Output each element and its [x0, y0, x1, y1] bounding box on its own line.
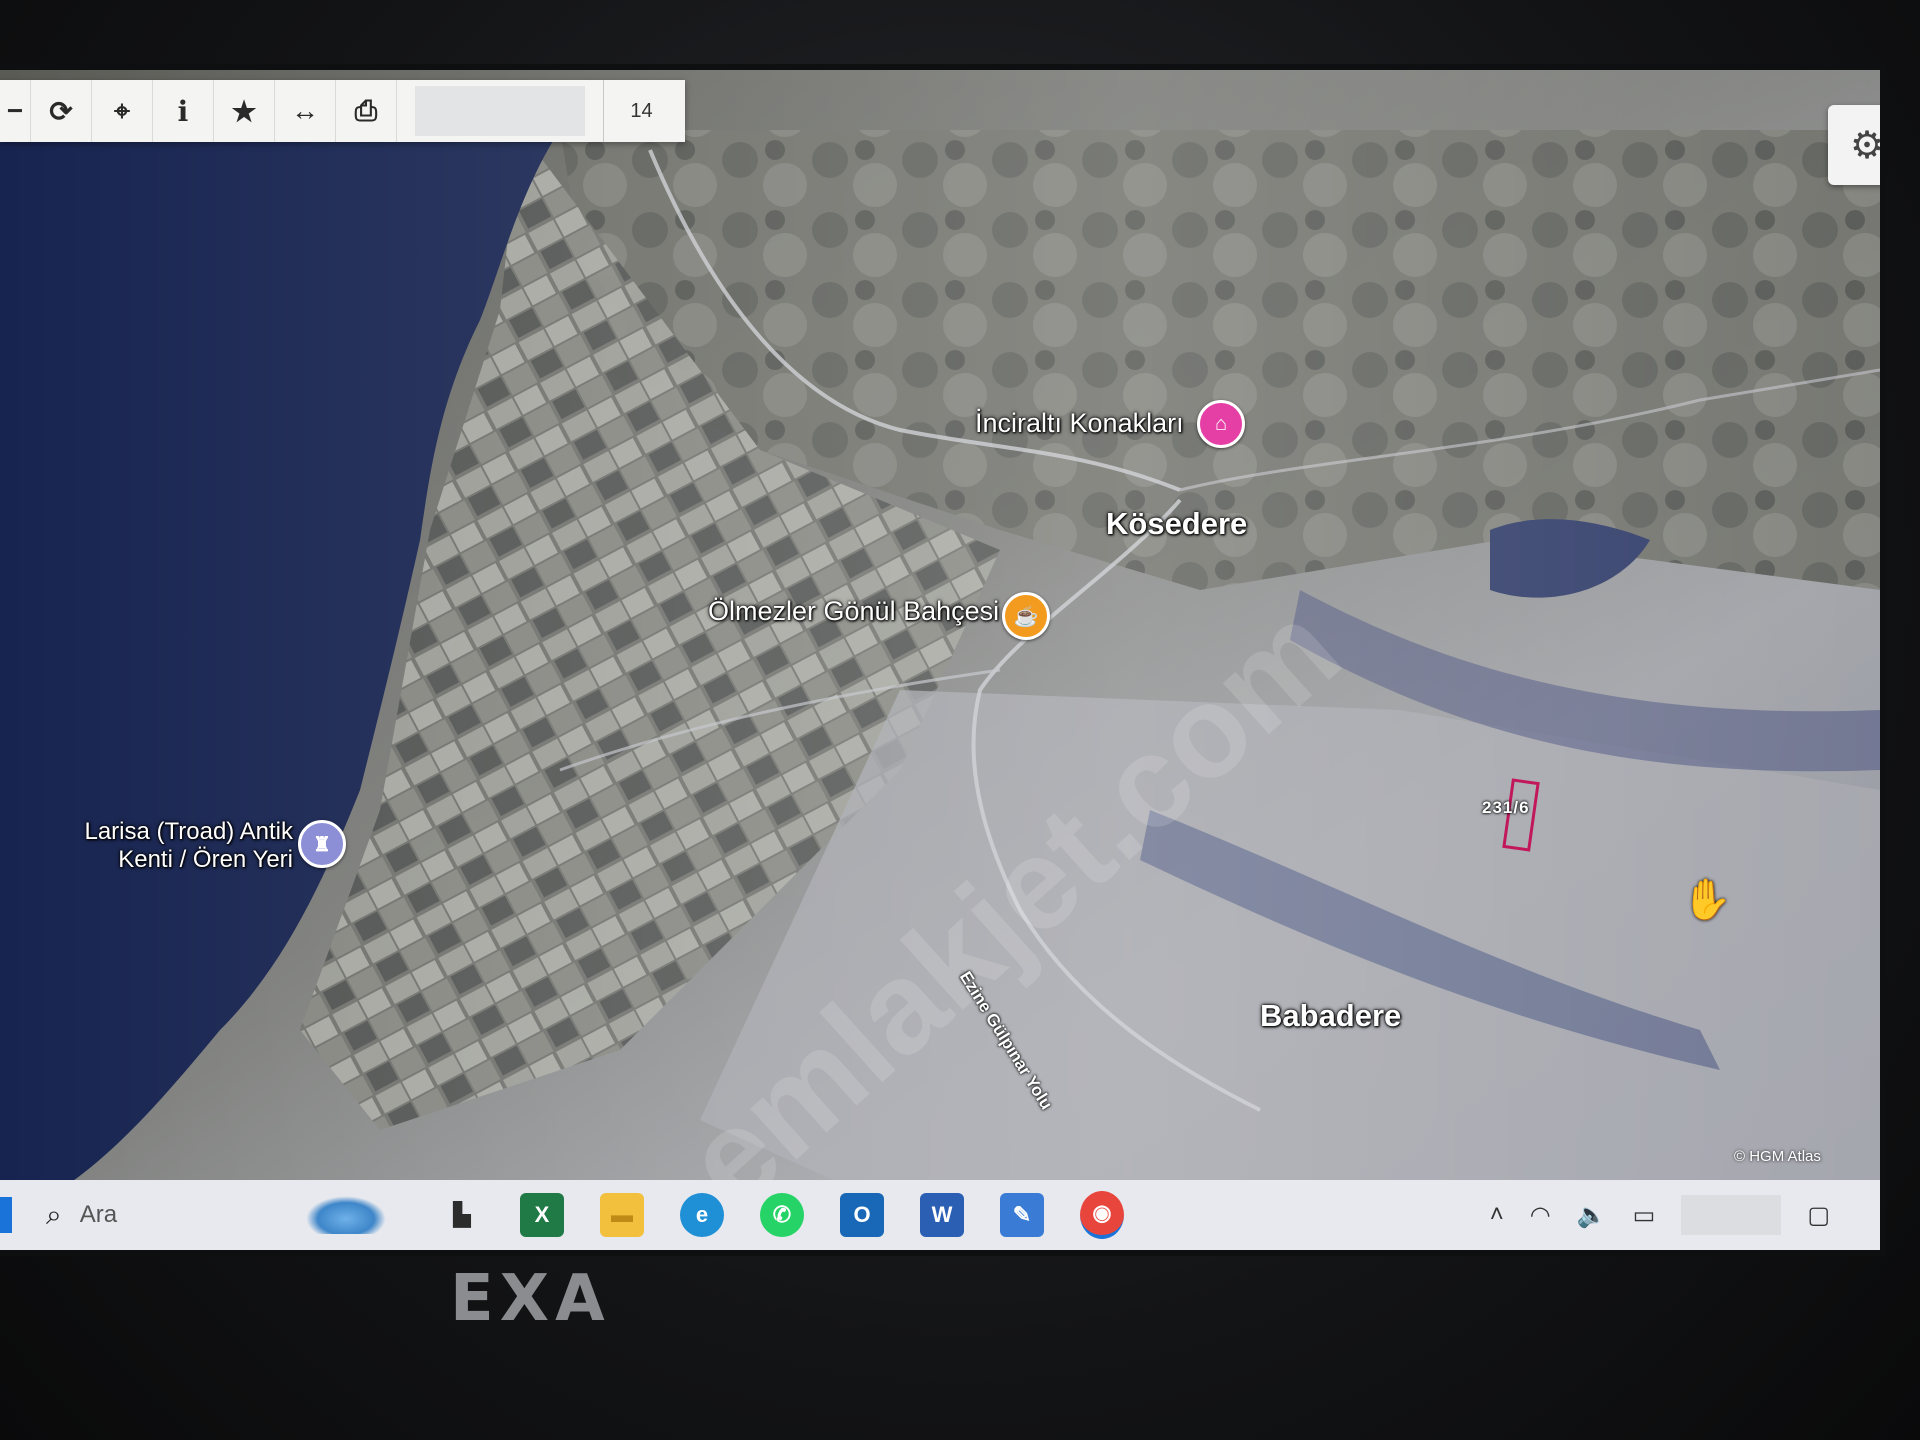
clock[interactable]: [1681, 1195, 1782, 1235]
zoom-level: 14: [603, 80, 679, 142]
measure-icon[interactable]: ↔: [275, 80, 336, 142]
search-field[interactable]: [415, 86, 585, 136]
search-placeholder: Ara: [79, 1201, 118, 1228]
chrome-icon[interactable]: ◉: [1080, 1191, 1124, 1239]
hand-cursor-icon: ✋: [1682, 878, 1732, 922]
search-icon: ⌕: [46, 1198, 62, 1230]
excel-icon[interactable]: X: [520, 1193, 564, 1237]
satellite-map[interactable]: [0, 70, 1880, 1250]
taskbar: ⌕ Ara ▙ X ▬ e ✆ O W ✎ ◉ ˄ ◠ 🔈 ▭ ▢: [0, 1180, 1880, 1250]
star-icon[interactable]: ★: [214, 80, 275, 142]
whatsapp-icon[interactable]: ✆: [760, 1193, 804, 1237]
outlook-icon[interactable]: O: [840, 1193, 884, 1237]
file-manager-icon[interactable]: ▙: [440, 1193, 484, 1237]
laptop-brand-logo: EXA: [450, 1262, 611, 1336]
wifi-icon[interactable]: ◠: [1530, 1201, 1551, 1230]
refresh-icon[interactable]: ⟳: [31, 80, 92, 142]
chevron-up-icon[interactable]: ˄: [1490, 1201, 1504, 1229]
edge-icon[interactable]: e: [680, 1193, 724, 1237]
weather-icon[interactable]: [306, 1196, 386, 1234]
screen: emlakjet.com İnciraltı Konakları ⌂ Kösed…: [0, 70, 1880, 1250]
notification-icon[interactable]: ▢: [1807, 1201, 1830, 1230]
label-olmezler[interactable]: Ölmezler Gönül Bahçesi: [708, 596, 999, 627]
info-icon[interactable]: i: [153, 80, 214, 142]
snipping-tool-icon[interactable]: ✎: [1000, 1193, 1044, 1237]
settings-gear-icon[interactable]: ⚙: [1828, 105, 1880, 185]
word-icon[interactable]: W: [920, 1193, 964, 1237]
cafe-pin-icon[interactable]: ☕: [1002, 592, 1050, 640]
parcel-label[interactable]: 231/6: [1482, 798, 1530, 818]
battery-icon[interactable]: ▭: [1633, 1201, 1656, 1230]
taskbar-apps: ▙ X ▬ e ✆ O W ✎ ◉: [422, 1191, 1142, 1239]
start-button[interactable]: [0, 1197, 12, 1233]
label-babadere[interactable]: Babadere: [1260, 998, 1401, 1034]
label-inciralti[interactable]: İnciraltı Konakları: [975, 408, 1184, 439]
hotel-pin-icon[interactable]: ⌂: [1197, 400, 1245, 448]
folder-icon[interactable]: ▬: [600, 1193, 644, 1237]
map-toolbar: − ⟳ ⌖ i ★ ↔ ⎙ 14: [0, 80, 685, 142]
volume-icon[interactable]: 🔈: [1577, 1201, 1607, 1230]
label-kosedere[interactable]: Kösedere: [1106, 506, 1247, 542]
locate-icon[interactable]: ⌖: [92, 80, 153, 142]
print-icon[interactable]: ⎙: [336, 80, 397, 142]
zoom-out-button[interactable]: −: [0, 80, 31, 142]
map-copyright: © HGM Atlas: [1734, 1148, 1821, 1165]
system-tray: ˄ ◠ 🔈 ▭ ▢: [1490, 1180, 1830, 1250]
historic-pin-icon[interactable]: ♜: [298, 820, 346, 868]
label-larisa[interactable]: Larisa (Troad) Antik Kenti / Ören Yeri: [68, 818, 293, 874]
